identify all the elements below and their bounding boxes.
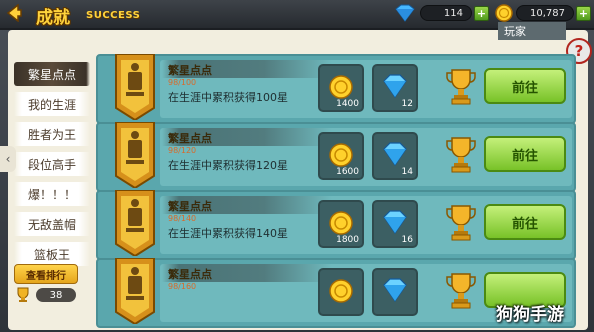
gold-coin-icon — [329, 279, 353, 303]
sidebar-item-1[interactable]: 繁星点点 — [14, 62, 90, 86]
achievement-progress: 98/160 — [168, 282, 197, 291]
achievement-banner-icon — [115, 190, 155, 256]
go-button[interactable]: 前往 — [484, 136, 566, 172]
diamond-icon — [395, 4, 415, 22]
player-label: 玩家 — [498, 22, 566, 40]
sidebar-item-label: 无敌盖帽 — [27, 217, 76, 232]
gold-coin-icon — [329, 143, 353, 167]
sidebar-item-3[interactable]: 胜者为王 — [14, 122, 90, 146]
gold-reward: 1400 — [318, 64, 364, 112]
diamond-counter: 114 + — [392, 4, 489, 22]
chevron-left-icon: ‹ — [5, 152, 11, 166]
sidebar-item-label: 段位高手 — [27, 157, 76, 172]
achievement-banner-icon — [115, 54, 155, 120]
achievement-description: 在生涯中累积获得100星 — [168, 91, 288, 104]
achievement-row: 繁星点点 98/100 在生涯中累积获得100星 1400 12 前往 — [96, 54, 576, 124]
trophy-icon — [446, 205, 476, 241]
go-button[interactable]: 前往 — [484, 204, 566, 240]
gold-counter: 10,787 + — [494, 4, 591, 22]
ranking-count: 38 — [14, 287, 76, 303]
achievement-name: 繁星点点 — [168, 200, 212, 213]
achievement-banner-icon — [115, 122, 155, 188]
trophy-icon — [17, 287, 29, 302]
diamond-reward: 14 — [372, 132, 418, 180]
achievement-progress: 98/120 — [168, 146, 197, 155]
gold-coin-icon — [329, 75, 353, 99]
go-button[interactable]: 前往 — [484, 68, 566, 104]
add-gold-button[interactable]: + — [576, 5, 591, 21]
trophy-icon — [446, 273, 476, 309]
sidebar-item-2[interactable]: 我的生涯 — [14, 92, 90, 116]
gold-reward-amount: 1600 — [336, 167, 359, 177]
achievement-progress: 98/100 — [168, 78, 197, 87]
sidebar-item-label: 我的生涯 — [27, 97, 76, 112]
diamond-reward: 16 — [372, 200, 418, 248]
achievement-row: 繁星点点 98/140 在生涯中累积获得140星 1800 16 前往 — [96, 190, 576, 260]
add-diamond-button[interactable]: + — [474, 5, 489, 21]
diamond-icon — [383, 278, 407, 302]
sidebar-item-7[interactable]: 篮板王 — [14, 242, 90, 266]
diamond-reward-amount: 16 — [401, 235, 413, 245]
diamond-reward: 12 — [372, 64, 418, 112]
view-ranking-button[interactable]: 查看排行 — [14, 264, 78, 284]
trophy-icon — [446, 137, 476, 173]
back-arrow-icon — [6, 4, 22, 22]
achievement-banner-icon — [115, 258, 155, 324]
gold-coin-icon — [329, 211, 353, 235]
sidebar-item-4[interactable]: 段位高手 — [14, 152, 90, 176]
gold-reward-amount: 1800 — [336, 235, 359, 245]
achievement-name: 繁星点点 — [168, 64, 212, 77]
achievement-name: 繁星点点 — [168, 132, 212, 145]
sidebar-item-label: 篮板王 — [33, 247, 70, 262]
diamond-value: 114 — [420, 5, 472, 21]
gold-reward: 1800 — [318, 200, 364, 248]
sidebar-item-5[interactable]: 爆！！！ — [14, 182, 90, 206]
gold-coin-icon — [495, 4, 513, 22]
trophy-icon — [446, 69, 476, 105]
sidebar-item-label: 爆！！！ — [27, 187, 76, 202]
achievement-description: 在生涯中累积获得140星 — [168, 227, 288, 240]
sidebar-collapse-button[interactable]: ‹ — [0, 146, 16, 172]
diamond-icon — [383, 210, 407, 234]
diamond-icon — [383, 74, 407, 98]
gold-reward-amount: 1400 — [336, 99, 359, 109]
gold-value: 10,787 — [516, 5, 574, 21]
sidebar-item-label: 胜者为王 — [27, 127, 76, 142]
achievement-progress: 98/140 — [168, 214, 197, 223]
page-title: 成就 — [36, 8, 70, 28]
player-tag: 玩家 — [498, 22, 580, 40]
diamond-icon — [383, 142, 407, 166]
gold-reward — [318, 268, 364, 316]
achievement-row: 繁星点点 98/120 在生涯中累积获得120星 1600 14 前往 — [96, 122, 576, 192]
back-button[interactable] — [4, 2, 24, 24]
sidebar-item-6[interactable]: 无敌盖帽 — [14, 212, 90, 236]
sidebar-item-label: 繁星点点 — [27, 67, 76, 82]
achievement-name: 繁星点点 — [168, 268, 212, 281]
gold-reward: 1600 — [318, 132, 364, 180]
ranking-value: 38 — [36, 288, 76, 302]
page-title-en: SUCCESS — [86, 10, 141, 21]
diamond-reward-amount: 12 — [401, 99, 413, 109]
achievement-description: 在生涯中累积获得120星 — [168, 159, 288, 172]
watermark: 狗狗手游 — [496, 305, 564, 325]
diamond-reward — [372, 268, 418, 316]
diamond-reward-amount: 14 — [401, 167, 413, 177]
